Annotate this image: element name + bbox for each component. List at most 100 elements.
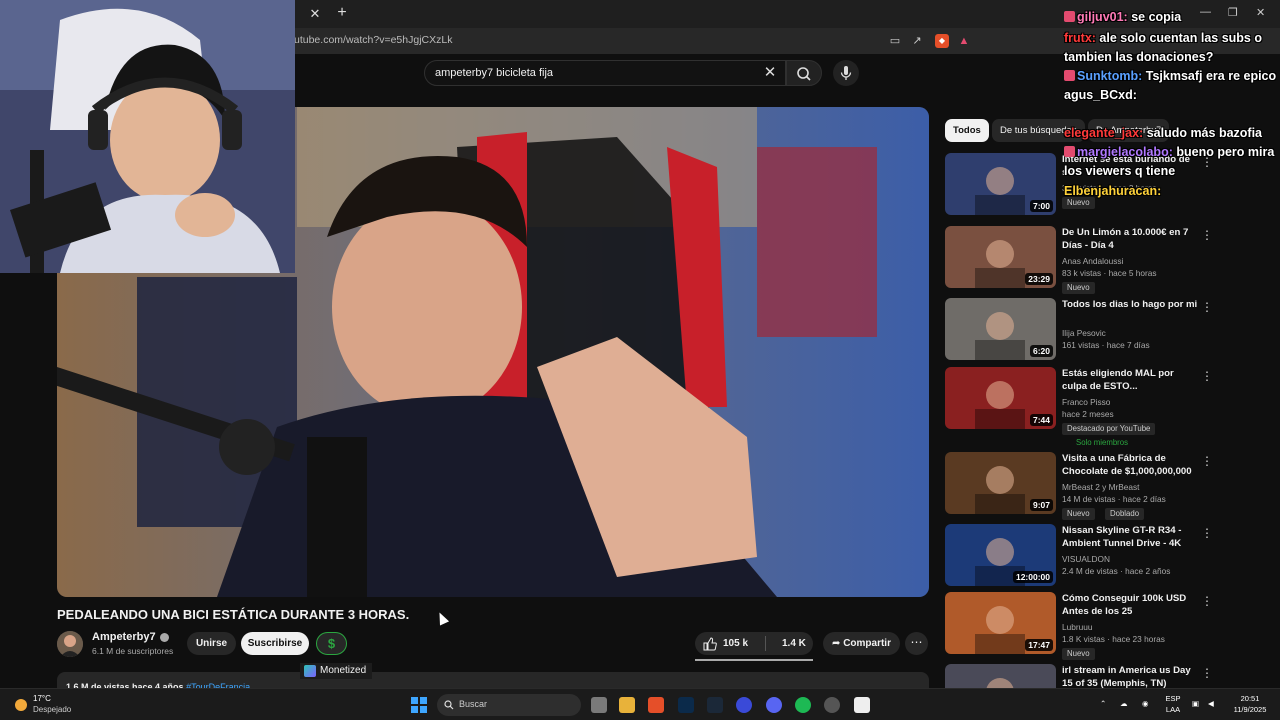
video-thumbnail[interactable]: 6:20 <box>945 298 1056 360</box>
search-button[interactable] <box>786 60 822 86</box>
obs-icon[interactable] <box>824 697 840 713</box>
brave-browser-icon[interactable] <box>648 697 664 713</box>
chat-username[interactable]: agus_BCxd: <box>1064 88 1137 102</box>
mic-tray-icon[interactable]: ◉ <box>1142 699 1149 708</box>
network-icon[interactable]: ▣ <box>1192 699 1199 708</box>
task-view-icon[interactable] <box>591 697 607 713</box>
related-video-title[interactable]: Todos los dias lo hago por mi <box>1062 298 1200 311</box>
chat-badge-icon <box>1064 70 1075 81</box>
taskbar-search[interactable]: Buscar <box>437 694 581 716</box>
related-video-item[interactable]: 23:29 De Un Limón a 10.000€ en 7 Días - D… <box>945 226 1265 294</box>
related-video-title[interactable]: Estás eligiendo MAL por culpa de ESTO... <box>1062 367 1200 393</box>
weather-sun-icon[interactable] <box>12 696 30 714</box>
related-video-meta: 161 vistas · hace 7 días <box>1062 340 1150 350</box>
related-video-title[interactable]: De Un Limón a 10.000€ en 7 Días - Día 4 <box>1062 226 1200 252</box>
chat-text: saludo más bazofia <box>1143 126 1262 140</box>
clock-time[interactable]: 20:51 <box>1230 694 1270 703</box>
related-video-channel[interactable]: VISUALDON <box>1062 554 1110 564</box>
related-video-title[interactable]: Visita a una Fábrica de Chocolate de $1,… <box>1062 452 1200 478</box>
subscriber-count: 6.1 M de suscriptores <box>92 646 174 656</box>
tab-close-icon[interactable]: ✕ <box>306 5 324 23</box>
cast-icon[interactable]: ▭ <box>888 34 902 48</box>
channel-name-text[interactable]: Ampeterby7 <box>92 631 156 643</box>
spotify-icon[interactable] <box>795 697 811 713</box>
weather-temperature[interactable]: 17°C <box>33 694 51 703</box>
chip-all[interactable]: Todos <box>945 119 989 142</box>
cloud-icon[interactable]: ☁ <box>1120 699 1128 708</box>
notion-icon[interactable] <box>854 697 870 713</box>
related-video-channel[interactable]: MrBeast 2 y MrBeast <box>1062 482 1139 492</box>
related-video-channel[interactable]: Anas Andaloussi <box>1062 256 1123 266</box>
tray-chevron-icon[interactable]: ⌃ <box>1100 699 1106 708</box>
related-video-channel[interactable]: Franco Pisso <box>1062 397 1110 407</box>
file-explorer-icon[interactable] <box>619 697 635 713</box>
related-video-item[interactable]: 9:07 Visita a una Fábrica de Chocolate de… <box>945 452 1265 520</box>
related-video-title[interactable]: irl stream in America us Day 15 of 35 (M… <box>1062 664 1200 690</box>
related-video-item[interactable]: 6:20 Todos los dias lo hago por mi ⋮ Ilija … <box>945 298 1265 362</box>
video-thumbnail[interactable]: 9:07 <box>945 452 1056 514</box>
related-video-title[interactable]: Nissan Skyline GT-R R34 - Ambient Tunnel… <box>1062 524 1200 550</box>
volume-icon[interactable]: ◀ <box>1208 699 1214 708</box>
chat-username[interactable]: giljuv01: <box>1077 10 1128 24</box>
video-thumbnail[interactable]: 23:29 <box>945 226 1056 288</box>
vpn-icon[interactable] <box>736 697 752 713</box>
video-menu-icon[interactable]: ⋮ <box>1201 454 1213 468</box>
related-video-title[interactable]: Cómo Conseguir 100k USD Antes de los 25 <box>1062 592 1200 618</box>
windows-start-icon[interactable] <box>411 697 427 713</box>
keyboard-language[interactable]: ESP <box>1163 694 1183 703</box>
chat-username[interactable]: Elbenjahuracan: <box>1064 184 1161 198</box>
video-menu-icon[interactable]: ⋮ <box>1201 369 1213 383</box>
steam-icon[interactable] <box>707 697 723 713</box>
video-menu-icon[interactable]: ⋮ <box>1201 228 1213 242</box>
chat-username[interactable]: Sunktomb: <box>1077 69 1142 83</box>
photoshop-icon[interactable] <box>678 697 694 713</box>
clear-search-icon[interactable]: ✕ <box>761 64 779 82</box>
keyboard-layout[interactable]: LAA <box>1163 705 1183 714</box>
channel-avatar[interactable] <box>57 631 83 657</box>
new-tab-icon[interactable]: + <box>333 4 351 22</box>
weather-description[interactable]: Despejado <box>33 705 71 714</box>
members-only-badge: Solo miembros <box>1076 438 1128 447</box>
chat-username[interactable]: frutx: <box>1064 31 1096 45</box>
video-menu-icon[interactable]: ⋮ <box>1201 594 1213 608</box>
clock-date[interactable]: 11/9/2025 <box>1230 705 1270 714</box>
super-thanks-button[interactable]: $ <box>316 632 347 655</box>
chat-text: se copia <box>1127 10 1182 24</box>
subscribe-button[interactable]: Suscribirse <box>241 632 309 655</box>
video-menu-icon[interactable]: ⋮ <box>1201 526 1213 540</box>
video-thumbnail[interactable]: 7:00 <box>945 153 1056 215</box>
related-video-item[interactable]: 17:47 Cómo Conseguir 100k USD Antes de lo… <box>945 592 1265 660</box>
brave-shield-icon[interactable]: ◆ <box>935 34 949 48</box>
chat-username[interactable]: elegante_jax: <box>1064 126 1143 140</box>
video-menu-icon[interactable]: ⋮ <box>1201 300 1213 314</box>
share-button[interactable]: ➦ Compartir <box>823 632 900 655</box>
voice-search-button[interactable] <box>833 60 859 86</box>
video-menu-icon[interactable]: ⋮ <box>1201 666 1213 680</box>
video-thumbnail[interactable]: 17:47 <box>945 592 1056 654</box>
chat-text: Tsjkmsafj era re epico <box>1142 69 1277 83</box>
related-video-item[interactable]: 12:00:00 Nissan Skyline GT-R R34 - Ambien… <box>945 524 1265 588</box>
related-video-item[interactable]: 7:44 Estás eligiendo MAL por culpa de EST… <box>945 367 1265 447</box>
related-video-channel[interactable]: Lubruuu <box>1062 622 1092 632</box>
chat-username[interactable]: margielacolabo: <box>1077 145 1173 159</box>
search-box[interactable]: ampeterby7 bicicleta fija ✕ <box>424 60 786 86</box>
thumbs-up-icon[interactable] <box>703 637 717 651</box>
discord-icon[interactable] <box>766 697 782 713</box>
screen: ✕ + — ❐ ✕ utube.com/watch?v=e5hJgjCXzLk … <box>0 0 1280 720</box>
url-text[interactable]: utube.com/watch?v=e5hJgjCXzLk <box>294 34 452 46</box>
dislike-count[interactable]: 1.4 K <box>782 638 806 649</box>
channel-name[interactable]: Ampeterby7 <box>92 631 169 643</box>
search-input[interactable]: ampeterby7 bicicleta fija <box>435 67 553 79</box>
video-duration: 17:47 <box>1025 639 1053 651</box>
chat-message: agus_BCxd: <box>1064 86 1278 105</box>
more-actions-button[interactable]: ⋯ <box>905 632 928 655</box>
share-arrow-icon: ➦ <box>832 638 844 649</box>
stream-chat-overlay: giljuv01: se copia frutx: ale solo cuenta… <box>1062 0 1280 210</box>
video-thumbnail[interactable]: 12:00:00 <box>945 524 1056 586</box>
share-page-icon[interactable]: ↗ <box>910 34 924 48</box>
video-thumbnail[interactable]: 7:44 <box>945 367 1056 429</box>
related-video-channel[interactable]: Ilija Pesovic <box>1062 328 1106 338</box>
rewards-icon[interactable]: ▲ <box>957 34 971 48</box>
like-count[interactable]: 105 k <box>723 638 748 649</box>
join-button[interactable]: Unirse <box>187 632 236 655</box>
